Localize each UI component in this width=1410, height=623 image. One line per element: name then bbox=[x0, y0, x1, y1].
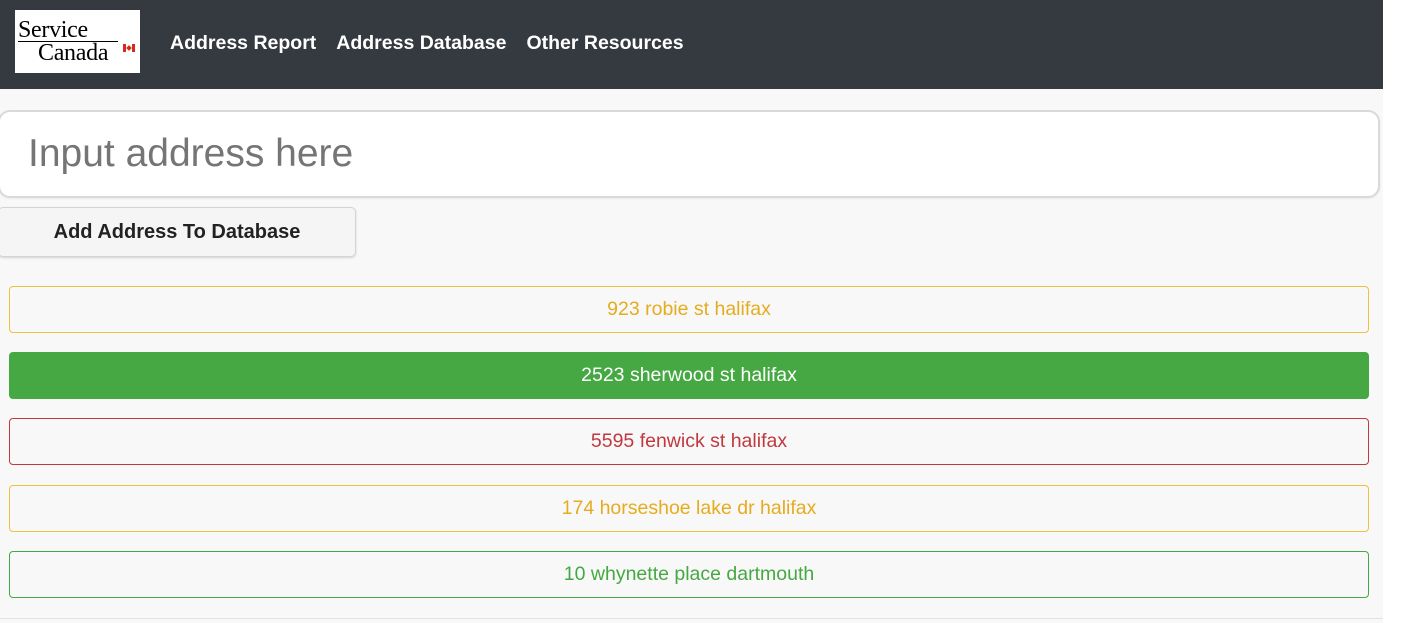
nav-link-address-report[interactable]: Address Report bbox=[170, 31, 316, 55]
page: Service Canada Address Report Address Da… bbox=[0, 0, 1383, 623]
navbar: Service Canada Address Report Address Da… bbox=[0, 0, 1383, 89]
nav-links: Address Report Address Database Other Re… bbox=[170, 31, 684, 55]
logo-text-service: Service bbox=[18, 17, 88, 43]
address-item[interactable]: 174 horseshoe lake dr halifax bbox=[9, 485, 1369, 532]
address-item[interactable]: 2523 sherwood st halifax bbox=[9, 352, 1369, 399]
address-input[interactable] bbox=[0, 110, 1380, 198]
canada-flag-icon bbox=[123, 44, 135, 52]
logo-text-canada: Canada bbox=[38, 40, 109, 66]
service-canada-logo[interactable]: Service Canada bbox=[15, 10, 140, 73]
divider bbox=[0, 618, 1383, 619]
address-item[interactable]: 923 robie st halifax bbox=[9, 286, 1369, 333]
address-item[interactable]: 10 whynette place dartmouth bbox=[9, 551, 1369, 598]
nav-link-other-resources[interactable]: Other Resources bbox=[526, 31, 683, 55]
nav-link-address-database[interactable]: Address Database bbox=[336, 31, 506, 55]
address-item[interactable]: 5595 fenwick st halifax bbox=[9, 418, 1369, 465]
add-address-button[interactable]: Add Address To Database bbox=[0, 207, 356, 257]
scrollbar-gutter bbox=[1383, 0, 1410, 623]
